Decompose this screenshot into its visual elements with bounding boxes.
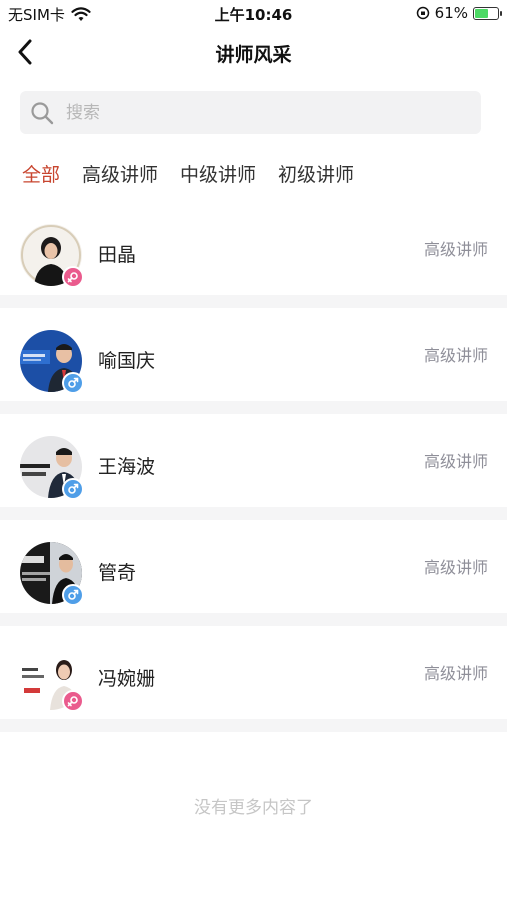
male-icon	[62, 584, 84, 606]
lecturer-name: 冯婉姗	[98, 668, 156, 690]
page-title: 讲师风采	[215, 44, 292, 66]
avatar-wrap	[20, 648, 84, 712]
battery-percent: 61%	[434, 4, 468, 22]
lecturer-level: 高级讲师	[423, 346, 488, 365]
search-input[interactable]	[66, 102, 481, 123]
male-icon	[62, 478, 84, 500]
lecturer-name: 田晶	[98, 244, 137, 266]
lecturer-level: 高级讲师	[423, 664, 488, 683]
lecturer-item[interactable]: 王海波 高级讲师	[0, 414, 507, 520]
tab-0[interactable]: 全部	[22, 160, 60, 192]
orientation-lock-icon	[416, 6, 429, 20]
tab-2[interactable]: 中级讲师	[180, 160, 256, 192]
search-icon	[31, 101, 54, 124]
level-tabs: 全部 高级讲师 中级讲师 初级讲师	[22, 160, 354, 192]
avatar-wrap	[20, 436, 84, 500]
nav-bar: 讲师风采	[0, 28, 507, 76]
lecturer-level: 高级讲师	[423, 452, 488, 471]
avatar-wrap	[20, 542, 84, 606]
lecturer-list: 田晶 高级讲师 喻国庆 高级讲师 王海波 高级讲师 管奇 高级讲师 冯婉姗 高级讲师	[0, 202, 507, 732]
lecturer-name: 喻国庆	[98, 350, 156, 372]
lecturer-item[interactable]: 冯婉姗 高级讲师	[0, 626, 507, 732]
lecturer-level: 高级讲师	[423, 558, 488, 577]
tab-1[interactable]: 高级讲师	[82, 160, 158, 192]
search-box[interactable]	[20, 91, 481, 134]
battery-fill	[475, 8, 488, 18]
tab-3[interactable]: 初级讲师	[278, 160, 354, 192]
lecturer-item[interactable]: 管奇 高级讲师	[0, 520, 507, 626]
lecturer-name: 管奇	[98, 562, 137, 584]
status-right: 61%	[416, 4, 502, 22]
end-of-list-text: 没有更多内容了	[194, 798, 313, 818]
avatar-wrap	[20, 224, 84, 288]
lecturer-name: 王海波	[98, 456, 156, 478]
lecturer-item[interactable]: 喻国庆 高级讲师	[0, 308, 507, 414]
avatar-wrap	[20, 330, 84, 394]
lecturer-level: 高级讲师	[423, 240, 488, 259]
male-icon	[62, 372, 84, 394]
female-icon	[62, 266, 84, 288]
battery-icon	[473, 6, 502, 20]
lecturer-item[interactable]: 田晶 高级讲师	[0, 202, 507, 308]
female-icon	[62, 690, 84, 712]
status-bar: 无SIM卡 上午10:46 61%	[0, 0, 507, 28]
